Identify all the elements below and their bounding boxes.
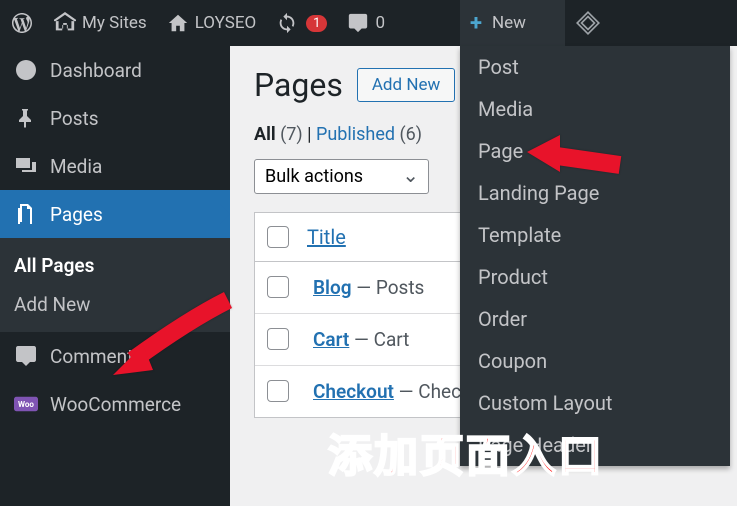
diamond-icon — [575, 10, 601, 36]
dropdown-item-order[interactable]: Order — [460, 298, 730, 340]
row-title-link[interactable]: Blog — [313, 276, 352, 299]
site-name-label: LOYSEO — [195, 13, 256, 33]
filter-all[interactable]: All — [254, 124, 276, 145]
comment-icon — [347, 12, 369, 34]
theme-icon-link[interactable] — [565, 0, 611, 46]
menu-pages[interactable]: Pages — [0, 190, 230, 238]
svg-text:Woo: Woo — [18, 400, 34, 409]
annotation-arrow-2 — [525, 130, 625, 184]
comments-count: 0 — [375, 13, 385, 33]
dropdown-item-media[interactable]: Media — [460, 88, 730, 130]
wp-logo[interactable] — [0, 0, 44, 46]
row-desc: — Posts — [352, 276, 425, 299]
row-checkbox[interactable] — [267, 276, 289, 298]
menu-media-label: Media — [50, 155, 102, 178]
menu-media[interactable]: Media — [0, 142, 230, 190]
select-all-checkbox[interactable] — [267, 226, 289, 248]
page-title: Pages — [254, 66, 343, 104]
menu-dashboard-label: Dashboard — [50, 59, 142, 82]
media-icon — [14, 154, 38, 178]
row-title-link[interactable]: Cart — [313, 328, 349, 351]
admin-toolbar: My Sites LOYSEO 1 0 + New — [0, 0, 737, 46]
dropdown-item-coupon[interactable]: Coupon — [460, 340, 730, 382]
updates-icon — [276, 12, 298, 34]
column-title[interactable]: Title — [307, 225, 346, 249]
dropdown-item-post[interactable]: Post — [460, 46, 730, 88]
pages-icon — [14, 202, 38, 226]
my-sites-link[interactable]: My Sites — [44, 0, 157, 46]
dashboard-icon — [14, 58, 38, 82]
menu-pages-label: Pages — [50, 203, 103, 226]
comments-link[interactable]: 0 — [337, 0, 395, 46]
dropdown-item-custom-layout[interactable]: Custom Layout — [460, 382, 730, 424]
updates-link[interactable]: 1 — [266, 0, 337, 46]
updates-count: 1 — [306, 15, 327, 32]
new-content-menu[interactable]: + New — [460, 0, 565, 46]
menu-woocommerce-label: WooCommerce — [50, 393, 181, 416]
wordpress-icon — [10, 11, 34, 35]
site-name-link[interactable]: LOYSEO — [157, 0, 266, 46]
row-checkbox[interactable] — [267, 380, 289, 402]
menu-posts-label: Posts — [50, 107, 99, 130]
pin-icon — [14, 106, 38, 130]
row-title-link[interactable]: Checkout — [313, 380, 394, 403]
filter-published[interactable]: Published — [316, 124, 395, 145]
plus-icon: + — [470, 11, 482, 36]
annotation-arrow-1 — [108, 290, 238, 384]
menu-posts[interactable]: Posts — [0, 94, 230, 142]
comments-icon — [14, 344, 38, 368]
row-desc: — Cart — [349, 328, 409, 351]
add-new-button[interactable]: Add New — [357, 68, 455, 102]
new-content-dropdown: Post Media Page Landing Page Template Pr… — [460, 46, 730, 466]
annotation-text: 添加页面入口 — [328, 420, 604, 484]
bulk-actions-select[interactable]: Bulk actions — [254, 159, 429, 194]
filter-all-count: (7) — [280, 124, 303, 145]
row-checkbox[interactable] — [267, 328, 289, 350]
menu-woocommerce[interactable]: Woo WooCommerce — [0, 380, 230, 428]
new-label: New — [492, 13, 526, 33]
home-multi-icon — [54, 12, 76, 34]
submenu-all-pages[interactable]: All Pages — [0, 246, 230, 285]
dropdown-item-product[interactable]: Product — [460, 256, 730, 298]
filter-published-count: (6) — [399, 124, 422, 145]
my-sites-label: My Sites — [82, 13, 147, 33]
woocommerce-icon: Woo — [14, 392, 38, 416]
home-icon — [167, 12, 189, 34]
menu-dashboard[interactable]: Dashboard — [0, 46, 230, 94]
dropdown-item-template[interactable]: Template — [460, 214, 730, 256]
admin-sidebar: Dashboard Posts Media Pages All Pages Ad… — [0, 46, 230, 506]
